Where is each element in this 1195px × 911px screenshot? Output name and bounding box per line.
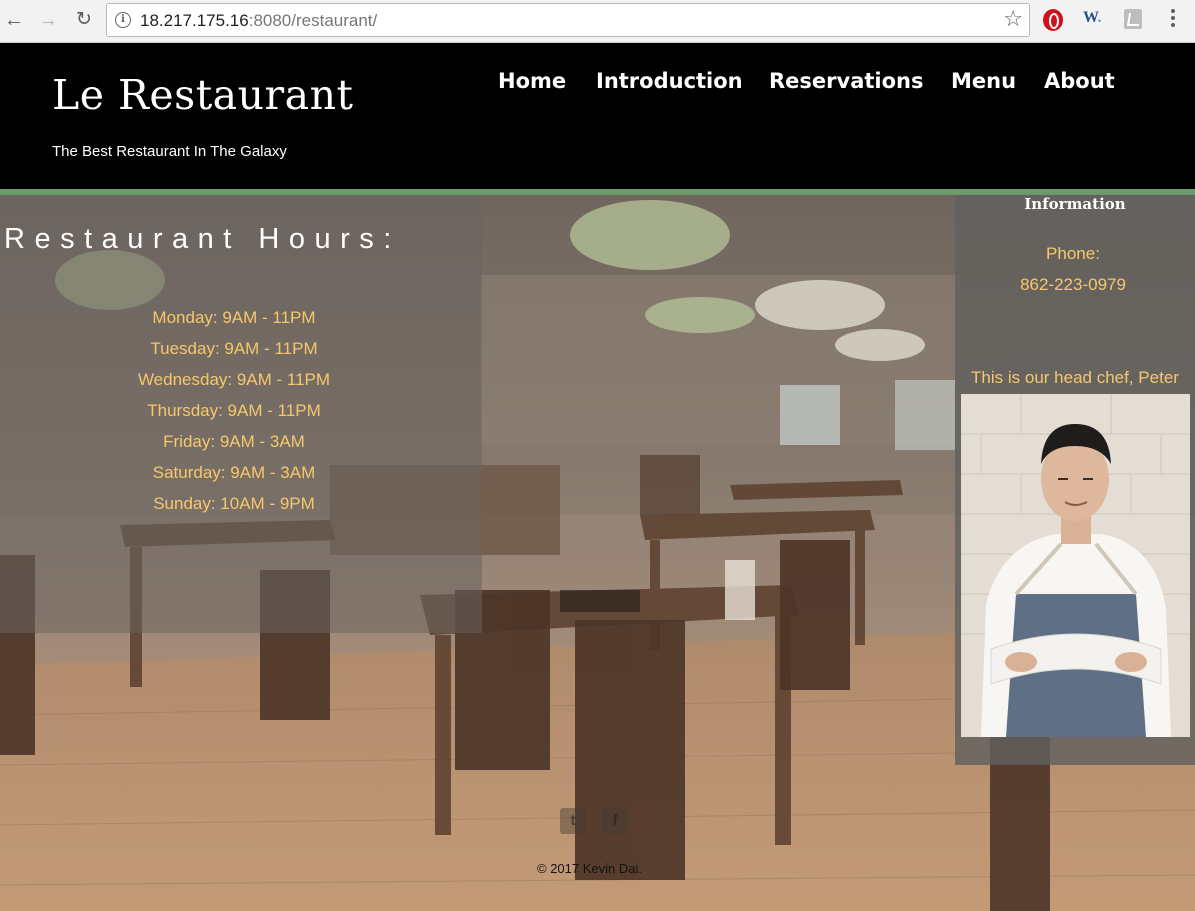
back-arrow-icon[interactable]: ← <box>2 8 26 32</box>
chef-caption: This is our head chef, Peter <box>971 368 1179 387</box>
browser-menu-icon[interactable] <box>1169 9 1177 30</box>
adblock-extension-icon[interactable] <box>1043 9 1063 31</box>
hours-thursday: Thursday: 9AM - 11PM <box>147 401 321 420</box>
nav-introduction-link[interactable]: Introduction <box>596 69 743 93</box>
copyright-text: © 2017 Kevin Dai. <box>537 861 642 876</box>
url-path: :8080/restaurant/ <box>248 11 378 30</box>
chef-portrait-image <box>961 394 1190 737</box>
hero-section: Restaurant Hours: Monday: 9AM - 11PM Tue… <box>0 195 1195 911</box>
phone-label: Phone: <box>1046 244 1100 263</box>
nav-menu-link[interactable]: Menu <box>951 69 1016 93</box>
nav-about-link[interactable]: About <box>1044 69 1115 93</box>
browser-toolbar: ← → ↻ i 18.217.175.16:8080/restaurant/ ☆… <box>0 0 1195 43</box>
twitter-icon[interactable]: t <box>560 808 586 834</box>
hours-monday: Monday: 9AM - 11PM <box>152 308 316 327</box>
hours-saturday: Saturday: 9AM - 3AM <box>152 463 316 482</box>
forward-arrow-icon[interactable]: → <box>36 8 60 32</box>
reload-icon[interactable]: ↻ <box>72 8 96 32</box>
url-text[interactable]: 18.217.175.16:8080/restaurant/ <box>140 11 377 31</box>
nav-home-link[interactable]: Home <box>498 69 566 93</box>
information-title: Information <box>1024 195 1126 213</box>
hours-title: Restaurant Hours: <box>4 223 401 255</box>
site-header: Le Restaurant The Best Restaurant In The… <box>0 43 1195 189</box>
information-panel: Information Phone: 862-223-0979 This is … <box>955 195 1195 765</box>
url-host: 18.217.175.16 <box>140 11 249 30</box>
facebook-icon[interactable]: f <box>602 808 628 834</box>
site-title[interactable]: Le Restaurant <box>52 71 353 119</box>
hours-list: Monday: 9AM - 11PM Tuesday: 9AM - 11PM W… <box>0 302 468 519</box>
pdf-extension-icon[interactable] <box>1124 9 1142 29</box>
site-info-icon[interactable]: i <box>115 12 131 28</box>
hours-sunday: Sunday: 10AM - 9PM <box>153 494 315 513</box>
hours-wednesday: Wednesday: 9AM - 11PM <box>137 370 331 389</box>
address-bar[interactable]: i 18.217.175.16:8080/restaurant/ ☆ <box>106 3 1030 37</box>
hours-friday: Friday: 9AM - 3AM <box>163 432 305 451</box>
nav-reservations-link[interactable]: Reservations <box>769 69 924 93</box>
phone-number: 862-223-0979 <box>1020 275 1126 294</box>
chef-photo <box>961 394 1190 737</box>
hours-panel: Restaurant Hours: Monday: 9AM - 11PM Tue… <box>0 195 482 633</box>
bookmark-star-icon[interactable]: ☆ <box>1003 6 1023 32</box>
hours-tuesday: Tuesday: 9AM - 11PM <box>150 339 318 358</box>
word-extension-icon[interactable]: W. <box>1083 9 1102 27</box>
site-tagline: The Best Restaurant In The Galaxy <box>52 143 287 160</box>
